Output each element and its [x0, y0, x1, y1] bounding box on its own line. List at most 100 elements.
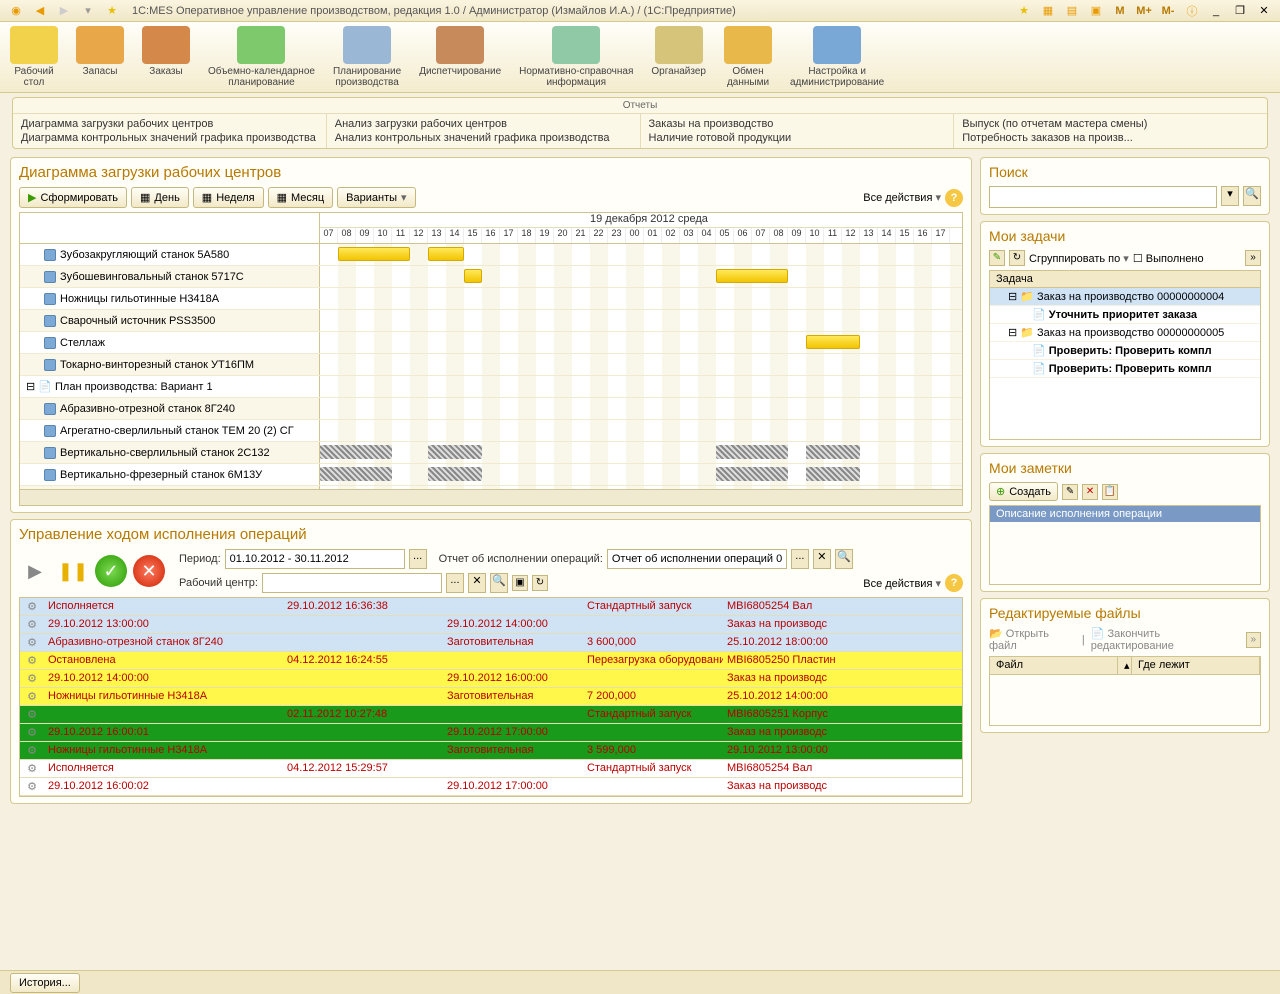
forward-icon[interactable]: ▶: [54, 2, 74, 20]
list-icon[interactable]: ▤: [1062, 2, 1082, 20]
tasks-tree[interactable]: Задача ⊟ 📁 Заказ на производство 0000000…: [989, 270, 1261, 440]
report-picker-button[interactable]: ...: [791, 549, 809, 569]
search-button[interactable]: 🔍: [1243, 186, 1261, 206]
task-row[interactable]: 📄 Проверить: Проверить компл: [990, 342, 1260, 360]
ribbon-item-3[interactable]: Объемно-календарное планирование: [208, 26, 315, 88]
gantt-row[interactable]: Зубозакругляющий станок 5А580: [20, 244, 962, 266]
ops-row[interactable]: ⚙Остановлена04.12.2012 16:24:55Перезагру…: [20, 652, 962, 670]
help-icon[interactable]: ?: [945, 189, 963, 207]
m-minus-button[interactable]: M-: [1158, 2, 1178, 20]
report-open-button[interactable]: 🔍: [835, 549, 853, 569]
gantt-row[interactable]: Сварочный источник PSS3500: [20, 310, 962, 332]
filter-icon[interactable]: ▣: [512, 575, 528, 591]
refresh-icon[interactable]: ↻: [532, 575, 548, 591]
ops-row[interactable]: ⚙Исполняется29.10.2012 16:36:38Стандартн…: [20, 598, 962, 616]
open-file-button[interactable]: 📂 Открыть файл: [989, 627, 1076, 652]
col-sort-icon[interactable]: ▴: [1118, 657, 1132, 674]
dropdown-icon[interactable]: ▾: [78, 2, 98, 20]
files-more-icon[interactable]: »: [1246, 632, 1261, 648]
report-link[interactable]: Потребность заказов на произв...: [962, 131, 1259, 145]
task-row[interactable]: 📄 Проверить: Проверить компл: [990, 360, 1260, 378]
ribbon-item-5[interactable]: Диспетчирование: [419, 26, 501, 88]
star-icon[interactable]: ★: [102, 2, 122, 20]
period-picker-button[interactable]: ...: [409, 549, 427, 569]
gantt-row[interactable]: Зубодолбежный станок 5М14: [20, 486, 962, 489]
ops-row[interactable]: ⚙29.10.2012 16:00:0129.10.2012 17:00:00З…: [20, 724, 962, 742]
m-button[interactable]: M: [1110, 2, 1130, 20]
m-plus-button[interactable]: M+: [1134, 2, 1154, 20]
report-link[interactable]: Диаграмма загрузки рабочих центров: [21, 117, 318, 131]
gantt-row[interactable]: Зубошевинговальный станок 5717С: [20, 266, 962, 288]
ribbon-item-4[interactable]: Планирование производства: [333, 26, 401, 88]
ops-row[interactable]: ⚙29.10.2012 14:00:0029.10.2012 16:00:00З…: [20, 670, 962, 688]
week-button[interactable]: ▦ Неделя: [193, 187, 264, 208]
wc-input[interactable]: [262, 573, 442, 593]
ops-row[interactable]: ⚙Исполняется04.12.2012 15:29:57Стандартн…: [20, 760, 962, 778]
ribbon-item-8[interactable]: Обмен данными: [724, 26, 772, 88]
all-actions-dropdown[interactable]: Все действия: [863, 191, 941, 204]
copy-note-icon[interactable]: 📋: [1102, 484, 1118, 500]
report-clear-button[interactable]: ✕: [813, 549, 831, 569]
gantt-row[interactable]: Вертикально-сверлильный станок 2С132: [20, 442, 962, 464]
form-button[interactable]: Сформировать: [19, 187, 127, 208]
files-table[interactable]: Файл ▴ Где лежит: [989, 656, 1261, 726]
ops-row[interactable]: ⚙Ножницы гильотинные Н3418АЗаготовительн…: [20, 688, 962, 706]
report-input[interactable]: [607, 549, 787, 569]
ops-row[interactable]: ⚙02.11.2012 10:27:48Стандартный запускMB…: [20, 706, 962, 724]
ribbon-item-6[interactable]: Нормативно-справочная информация: [519, 26, 633, 88]
task-row[interactable]: ⊟ 📁 Заказ на производство 00000000004: [990, 288, 1260, 306]
ribbon-item-9[interactable]: Настройка и администрирование: [790, 26, 884, 88]
report-link[interactable]: Заказы на производство: [649, 117, 946, 131]
wc-clear-button[interactable]: ✕: [468, 573, 486, 593]
info-icon[interactable]: ⓘ: [1182, 2, 1202, 20]
ribbon-item-0[interactable]: Рабочий стол: [10, 26, 58, 88]
wc-open-button[interactable]: 🔍: [490, 573, 508, 593]
close-icon[interactable]: ✕: [1254, 2, 1274, 20]
gantt-row[interactable]: Абразивно-отрезной станок 8Г240: [20, 398, 962, 420]
group-by-dropdown[interactable]: Сгруппировать по: [1029, 252, 1129, 265]
delete-note-icon[interactable]: ✕: [1082, 484, 1098, 500]
notes-list[interactable]: Описание исполнения операции: [989, 505, 1261, 585]
pause-icon[interactable]: ❚❚: [57, 555, 89, 587]
report-link[interactable]: Наличие готовой продукции: [649, 131, 946, 145]
day-button[interactable]: ▦ День: [131, 187, 189, 208]
maximize-icon[interactable]: ❐: [1230, 2, 1250, 20]
ops-row[interactable]: ⚙Ножницы гильотинные Н3418АЗаготовительн…: [20, 742, 962, 760]
create-note-button[interactable]: ⊕ Создать: [989, 482, 1058, 501]
calc-icon[interactable]: ▣: [1086, 2, 1106, 20]
ops-row[interactable]: ⚙29.10.2012 13:00:0029.10.2012 14:00:00З…: [20, 616, 962, 634]
task-row[interactable]: 📄 Уточнить приоритет заказа: [990, 306, 1260, 324]
search-dropdown-button[interactable]: ▾: [1221, 186, 1239, 206]
ops-help-icon[interactable]: ?: [945, 574, 963, 592]
ok-icon[interactable]: ✓: [95, 555, 127, 587]
edit-icon[interactable]: ✎: [989, 250, 1005, 266]
report-link[interactable]: Диаграмма контрольных значений графика п…: [21, 131, 318, 145]
ops-all-actions[interactable]: Все действия: [863, 577, 941, 590]
ops-table[interactable]: ⚙Исполняется29.10.2012 16:36:38Стандартн…: [19, 597, 963, 797]
cancel-icon[interactable]: ✕: [133, 555, 165, 587]
month-button[interactable]: ▦ Месяц: [268, 187, 334, 208]
report-link[interactable]: Анализ контрольных значений графика прои…: [335, 131, 632, 145]
task-row[interactable]: ⊟ 📁 Заказ на производство 00000000005: [990, 324, 1260, 342]
period-input[interactable]: [225, 549, 405, 569]
report-link[interactable]: Выпуск (по отчетам мастера смены): [962, 117, 1259, 131]
gantt-row[interactable]: ⊟ 📄 План производства: Вариант 1: [20, 376, 962, 398]
ribbon-item-1[interactable]: Запасы: [76, 26, 124, 88]
grid-icon[interactable]: ▦: [1038, 2, 1058, 20]
history-button[interactable]: История...: [10, 973, 80, 993]
note-item[interactable]: Описание исполнения операции: [990, 506, 1260, 522]
play-icon[interactable]: ▶: [19, 555, 51, 587]
ribbon-item-2[interactable]: Заказы: [142, 26, 190, 88]
ops-row[interactable]: ⚙29.10.2012 16:00:0229.10.2012 17:00:00З…: [20, 778, 962, 796]
refresh-tasks-icon[interactable]: ↻: [1009, 250, 1025, 266]
ops-row[interactable]: ⚙Абразивно-отрезной станок 8Г240Заготови…: [20, 634, 962, 652]
variants-button[interactable]: Варианты: [337, 187, 415, 208]
gantt-scrollbar[interactable]: [20, 489, 962, 505]
gantt-row[interactable]: Агрегатно-сверлильный станок ТЕМ 20 (2) …: [20, 420, 962, 442]
gantt-row[interactable]: Ножницы гильотинные Н3418А: [20, 288, 962, 310]
back-icon[interactable]: ◀: [30, 2, 50, 20]
fav-icon[interactable]: ★: [1014, 2, 1034, 20]
edit-note-icon[interactable]: ✎: [1062, 484, 1078, 500]
more-icon[interactable]: »: [1245, 250, 1261, 266]
gantt-row[interactable]: Вертикально-фрезерный станок 6М13У: [20, 464, 962, 486]
